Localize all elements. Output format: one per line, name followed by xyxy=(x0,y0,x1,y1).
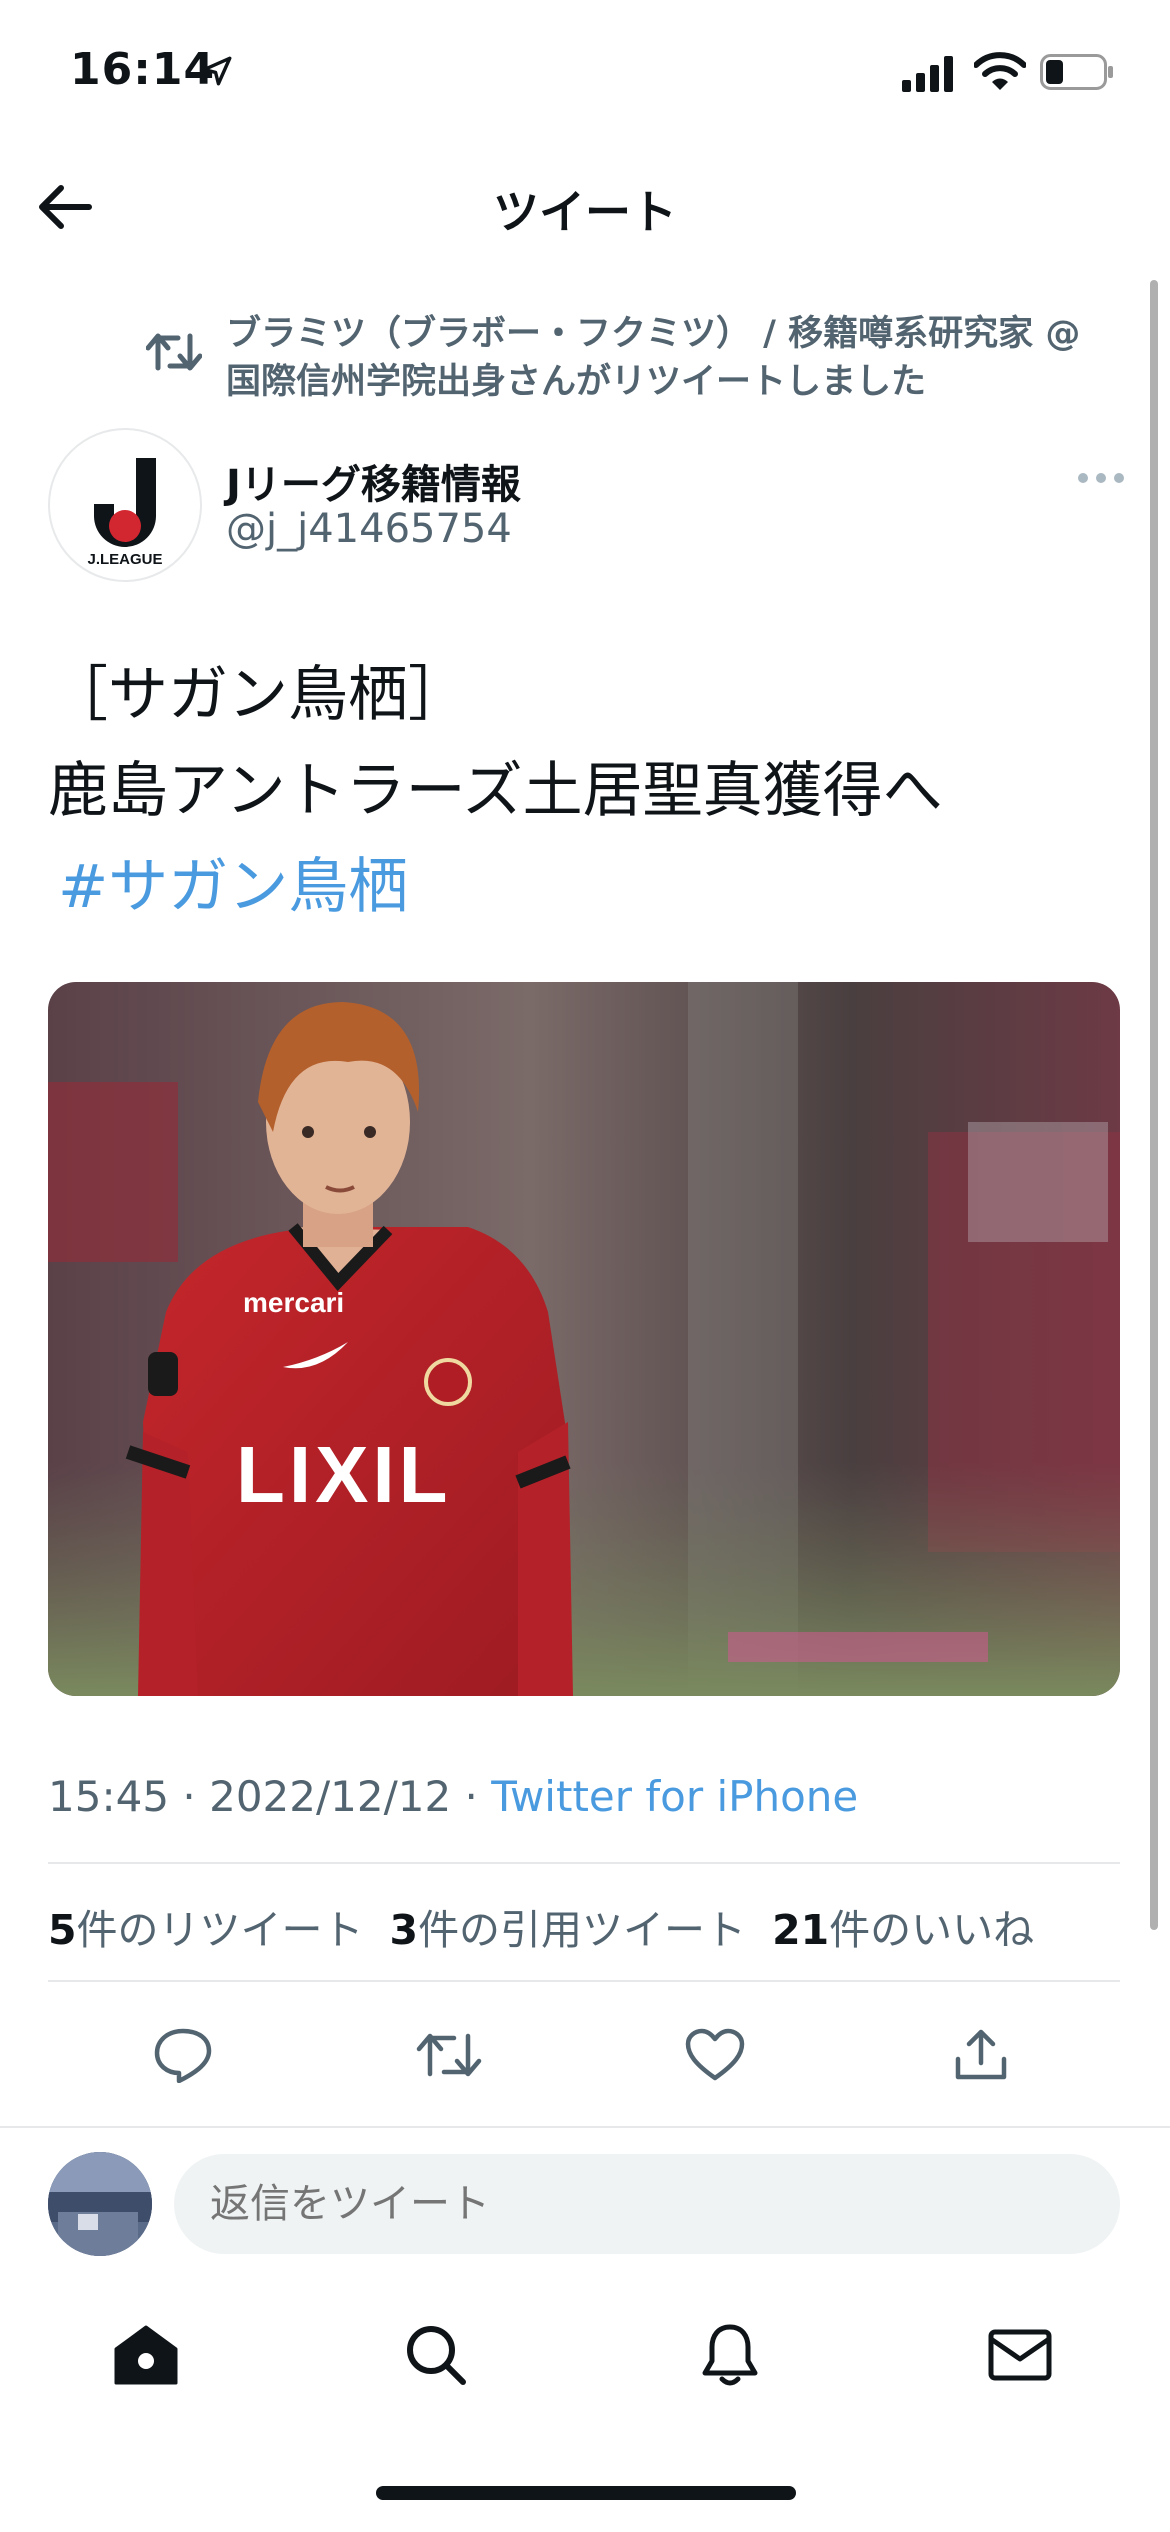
location-arrow-icon xyxy=(200,54,234,92)
page-title: ツイート xyxy=(493,185,677,239)
divider xyxy=(48,1862,1120,1864)
user-avatar[interactable] xyxy=(48,2152,152,2256)
nav-search-button[interactable] xyxy=(386,2310,486,2400)
battery-icon xyxy=(1040,54,1114,94)
retweets-stat[interactable]: 5件のリツイート xyxy=(48,1906,364,1954)
home-icon xyxy=(114,2325,178,2385)
reply-input[interactable] xyxy=(174,2154,1120,2254)
retweeted-by-label[interactable]: ブラミツ（ブラボー・フクミツ） / 移籍噂系研究家 @国際信州学院出身さんがリツ… xyxy=(226,310,1106,406)
reply-bubble-icon xyxy=(154,2028,212,2083)
jleague-logo-text: J.LEAGUE xyxy=(87,551,162,568)
photo-chest-sponsor: mercari xyxy=(243,1287,344,1318)
scrollbar[interactable] xyxy=(1150,280,1158,1930)
likes-count: 21 xyxy=(772,1906,830,1954)
photo-jersey-sponsor: LIXIL xyxy=(236,1430,452,1519)
quotes-count: 3 xyxy=(389,1906,419,1954)
tweet-stats: 5件のリツイート 3件の引用ツイート 21件のいいね xyxy=(48,1896,1034,1956)
share-button[interactable] xyxy=(936,2010,1026,2100)
nav-notifications-button[interactable] xyxy=(680,2310,780,2400)
likes-stat[interactable]: 21件のいいね xyxy=(772,1906,1034,1954)
player-photo: mercari LIXIL xyxy=(48,982,1120,1696)
reply-button[interactable] xyxy=(138,2010,228,2100)
nav-messages-button[interactable] xyxy=(970,2310,1070,2400)
cellular-signal-icon xyxy=(902,56,958,96)
tweet-date: 2022/12/12 xyxy=(209,1772,452,1821)
mail-icon xyxy=(988,2329,1052,2381)
like-button[interactable] xyxy=(670,2010,760,2100)
search-icon xyxy=(407,2326,466,2385)
retweets-count: 5 xyxy=(48,1906,77,1954)
status-time: 16:14 xyxy=(70,44,216,95)
tweet-source-link[interactable]: Twitter for iPhone xyxy=(491,1772,858,1821)
author-avatar[interactable]: J.LEAGUE xyxy=(48,428,202,582)
quotes-label: 件の引用ツイート xyxy=(418,1906,747,1954)
share-upload-icon xyxy=(955,2029,1007,2080)
retweet-icon xyxy=(416,2033,482,2077)
more-dots-icon xyxy=(1078,473,1124,483)
jleague-logo: J.LEAGUE xyxy=(87,458,163,568)
tweet-photo[interactable]: mercari LIXIL xyxy=(48,982,1120,1696)
heart-icon xyxy=(685,2028,745,2081)
tweet-time: 15:45 xyxy=(48,1772,170,1821)
more-options-button[interactable] xyxy=(1066,458,1136,498)
author-name[interactable]: Jリーグ移籍情報 xyxy=(226,452,521,510)
nav-home-button[interactable] xyxy=(96,2310,196,2400)
hashtag-link[interactable]: #サガン鳥栖 xyxy=(58,838,408,925)
author-handle[interactable]: @j_j41465754 xyxy=(226,506,512,552)
bell-icon xyxy=(702,2324,758,2386)
likes-label: 件のいいね xyxy=(829,1906,1035,1954)
tweet-text-line: ［サガン鳥栖］ xyxy=(48,660,468,730)
user-avatar-image xyxy=(48,2152,152,2256)
wifi-icon xyxy=(973,52,1027,96)
retweets-label: 件のリツイート xyxy=(76,1906,364,1954)
meta-separator: · xyxy=(169,1772,210,1821)
retweet-icon xyxy=(145,330,203,378)
divider xyxy=(0,2126,1170,2128)
meta-separator: · xyxy=(451,1772,492,1821)
tweet-timestamp: 15:45 · 2022/12/12 · Twitter for iPhone xyxy=(48,1772,858,1821)
quotes-stat[interactable]: 3件の引用ツイート xyxy=(390,1906,747,1954)
divider xyxy=(48,1980,1120,1982)
retweet-button[interactable] xyxy=(404,2010,494,2100)
tweet-text-line: 鹿島アントラーズ土居聖真獲得へ xyxy=(48,756,943,826)
home-indicator[interactable] xyxy=(376,2486,796,2500)
